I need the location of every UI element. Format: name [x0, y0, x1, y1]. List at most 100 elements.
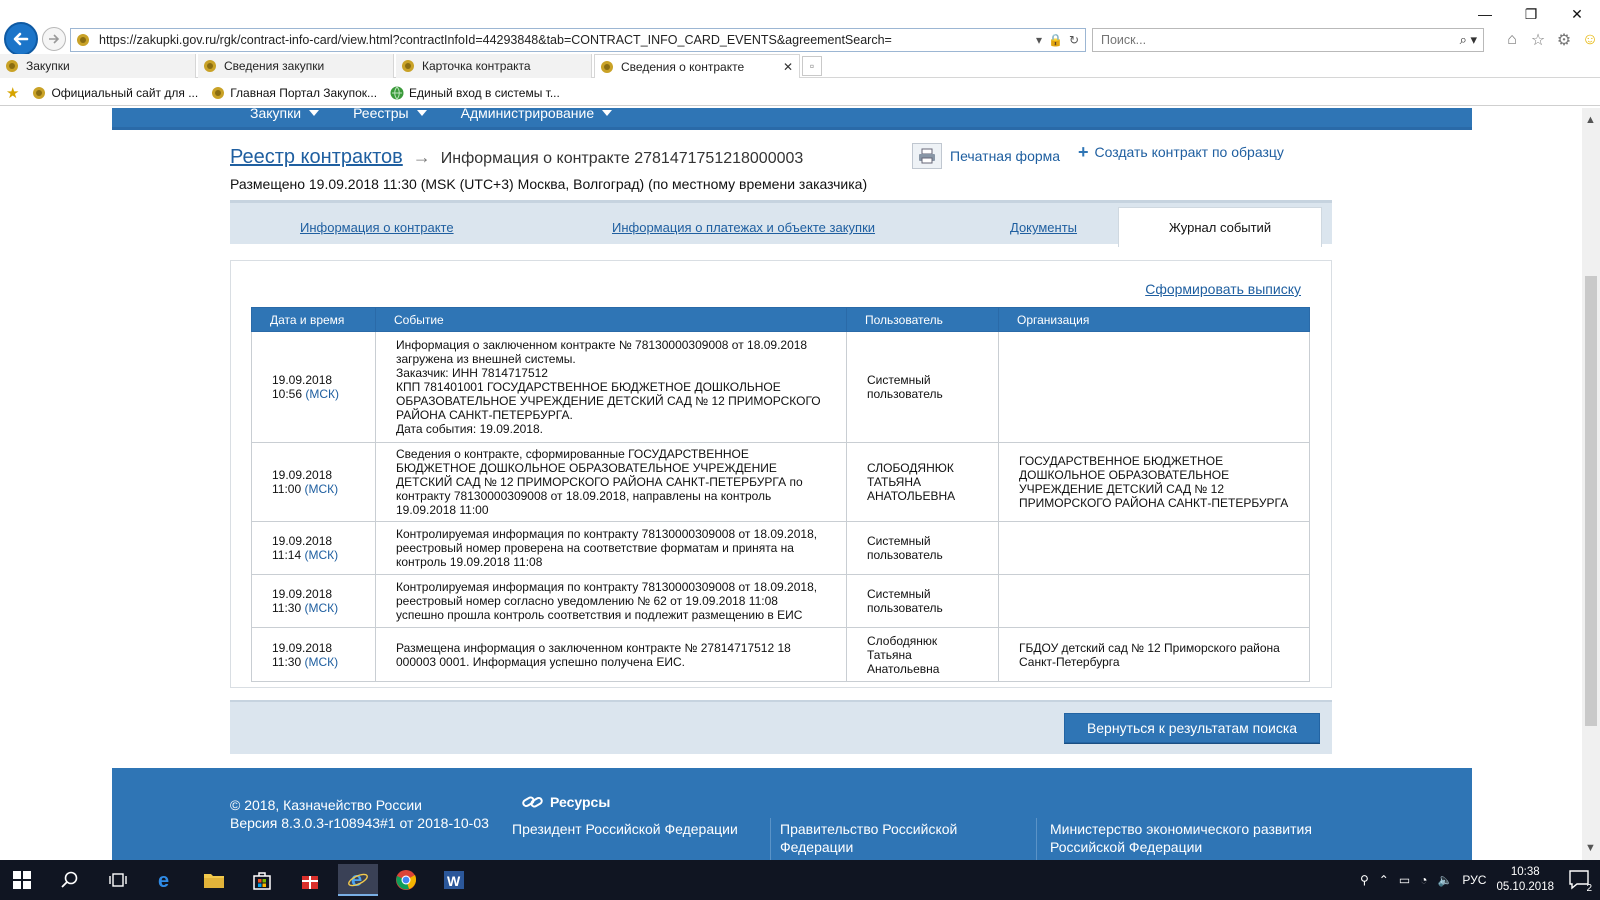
emblem-icon — [204, 60, 216, 72]
volume-icon[interactable]: 🔈 — [1437, 873, 1452, 887]
cell-datetime: 19.09.2018 11:30 (МСК) — [251, 627, 376, 682]
clock[interactable]: 10:38 05.10.2018 — [1496, 865, 1554, 895]
footer-divider — [1036, 818, 1037, 860]
table-row: 19.09.2018 11:30 (МСК) Контролируемая инф… — [251, 574, 1310, 628]
page-scrollbar[interactable]: ▲ ▼ — [1582, 108, 1600, 860]
column-header-org[interactable]: Организация — [998, 307, 1310, 332]
menu-item-administration[interactable]: Администрирование — [461, 108, 613, 122]
smiley-icon[interactable]: ☺ — [1580, 30, 1600, 50]
language-indicator[interactable]: РУС — [1462, 873, 1486, 887]
emblem-icon — [6, 60, 18, 72]
menu-item-registries[interactable]: Реестры — [353, 108, 427, 122]
chevron-down-icon — [602, 110, 613, 116]
back-button[interactable] — [4, 22, 38, 56]
taskbar-edge[interactable]: e — [146, 864, 186, 896]
tab-payments[interactable]: Информация о платежах и объекте закупки — [612, 220, 875, 235]
search-icon — [61, 871, 78, 888]
new-tab-button[interactable]: ▫ — [802, 56, 822, 76]
tab-documents[interactable]: Документы — [1010, 220, 1077, 235]
print-form-button[interactable]: Печатная форма — [912, 143, 1060, 169]
back-to-results-button[interactable]: Вернуться к результатам поиска — [1064, 713, 1320, 743]
emblem-icon — [212, 86, 225, 99]
dropdown-icon[interactable]: ▾ — [1036, 33, 1042, 47]
table-row: 19.09.2018 11:30 (МСК) Размещена информац… — [251, 627, 1310, 682]
link-chain-icon — [522, 796, 543, 808]
network-icon[interactable]: ◔ — [1420, 873, 1427, 887]
cell-org — [998, 521, 1310, 575]
tab-event-journal[interactable]: Журнал событий — [1118, 207, 1322, 247]
cell-event: Контролируемая информация по контракту 7… — [375, 521, 847, 575]
arrow-right-icon: → — [412, 147, 431, 167]
bottom-action-bar: Вернуться к результатам поиска — [230, 700, 1332, 754]
browser-search[interactable]: ⌕ ▾ — [1092, 28, 1484, 52]
chevron-up-icon[interactable]: ⌃ — [1379, 873, 1389, 887]
page-shell: Закупки Реестры Администрирование Реестр… — [112, 108, 1472, 860]
chevron-down-icon — [416, 110, 427, 116]
taskbar-file-explorer[interactable] — [194, 864, 234, 896]
scroll-down-icon[interactable]: ▼ — [1585, 842, 1596, 854]
people-icon[interactable]: ⚲ — [1360, 873, 1369, 887]
taskbar-search-button[interactable] — [50, 864, 90, 896]
notifications-button[interactable]: 2 — [1568, 868, 1592, 894]
gear-icon[interactable]: ⚙ — [1554, 30, 1574, 50]
page-title: Информация о контракте 27814717512180000… — [440, 150, 804, 167]
address-bar[interactable]: https://zakupki.gov.ru/rgk/contract-info… — [70, 28, 1086, 52]
forward-button[interactable] — [42, 27, 66, 51]
taskbar-chrome[interactable] — [386, 864, 426, 896]
browser-chrome: https://zakupki.gov.ru/rgk/contract-info… — [0, 0, 1600, 108]
address-url[interactable]: https://zakupki.gov.ru/rgk/contract-info… — [99, 33, 1030, 47]
footer-link-ministry[interactable]: Министерство экономического развития Рос… — [1050, 820, 1340, 856]
column-header-datetime[interactable]: Дата и время — [251, 307, 376, 332]
scrollbar-thumb[interactable] — [1585, 276, 1597, 726]
taskbar-gift-app[interactable] — [290, 864, 330, 896]
tab-contract-info[interactable]: Информация о контракте — [300, 220, 454, 235]
restore-button[interactable]: ❐ — [1508, 0, 1554, 28]
browser-tab[interactable]: Закупки — [0, 54, 196, 78]
scroll-up-icon[interactable]: ▲ — [1585, 114, 1596, 126]
cell-event-link[interactable]: Размещена информация о заключенном контр… — [375, 627, 847, 682]
taskbar-internet-explorer[interactable]: e — [338, 864, 378, 896]
emblem-icon — [77, 34, 89, 46]
column-header-user[interactable]: Пользователь — [846, 307, 999, 332]
emblem-icon — [601, 60, 613, 73]
close-icon[interactable]: ✕ — [783, 60, 793, 74]
footer-link-president[interactable]: Президент Российской Федерации — [512, 820, 752, 838]
taskbar-word[interactable]: W — [434, 864, 474, 896]
footer-link-government[interactable]: Правительство Российской Федерации — [780, 820, 1030, 856]
search-icon[interactable]: ⌕ ▾ — [1460, 32, 1477, 48]
breadcrumb-registry-link[interactable]: Реестр контрактов — [230, 146, 403, 169]
refresh-icon[interactable]: ↻ — [1069, 33, 1079, 47]
browser-search-input[interactable] — [1099, 32, 1460, 48]
footer-divider — [770, 818, 771, 860]
browser-tab[interactable]: Сведения закупки — [198, 54, 394, 78]
column-header-event[interactable]: Событие — [375, 307, 847, 332]
create-contract-button[interactable]: + Создать контракт по образцу — [1078, 143, 1284, 161]
favorite-link[interactable]: Главная Портал Закупок... — [210, 85, 377, 101]
task-view-button[interactable] — [98, 864, 138, 896]
browser-tab-active[interactable]: Сведения о контракте ✕ — [594, 54, 800, 78]
browser-tab[interactable]: Карточка контракта — [396, 54, 592, 78]
lock-icon[interactable]: 🔒 — [1048, 33, 1063, 47]
emblem-icon — [402, 60, 414, 72]
menu-item-purchases[interactable]: Закупки — [250, 108, 320, 122]
browser-tab-label: Карточка контракта — [422, 59, 531, 73]
events-table: Дата и время Событие Пользователь Органи… — [251, 307, 1310, 682]
windows-logo-icon — [13, 871, 31, 889]
favorite-link[interactable]: Официальный сайт для ... — [31, 85, 198, 101]
start-button[interactable] — [2, 864, 42, 896]
cell-org — [998, 331, 1310, 443]
word-icon: W — [444, 871, 464, 889]
close-window-button[interactable]: ✕ — [1554, 0, 1600, 28]
favorite-link[interactable]: Единый вход в системы т... — [389, 85, 560, 101]
battery-icon[interactable]: ▭ — [1399, 873, 1410, 887]
minimize-button[interactable]: — — [1462, 0, 1508, 28]
generate-extract-link[interactable]: Сформировать выписку — [1145, 281, 1301, 297]
favorites-bar: ★ Официальный сайт для ... Главная Порта… — [0, 80, 1600, 106]
favorites-star-icon[interactable]: ☆ — [1528, 30, 1548, 50]
taskbar-store[interactable] — [242, 864, 282, 896]
version-text: Версия 8.3.0.3-r108943#1 от 2018-10-03 — [230, 815, 489, 831]
cell-event: Контролируемая информация по контракту 7… — [375, 574, 847, 628]
home-icon[interactable]: ⌂ — [1502, 30, 1522, 50]
cell-org: ГОСУДАРСТВЕННОЕ БЮДЖЕТНОЕ ДОШКОЛЬНОЕ ОБР… — [998, 442, 1310, 522]
add-favorite-icon[interactable]: ★ — [6, 84, 19, 102]
